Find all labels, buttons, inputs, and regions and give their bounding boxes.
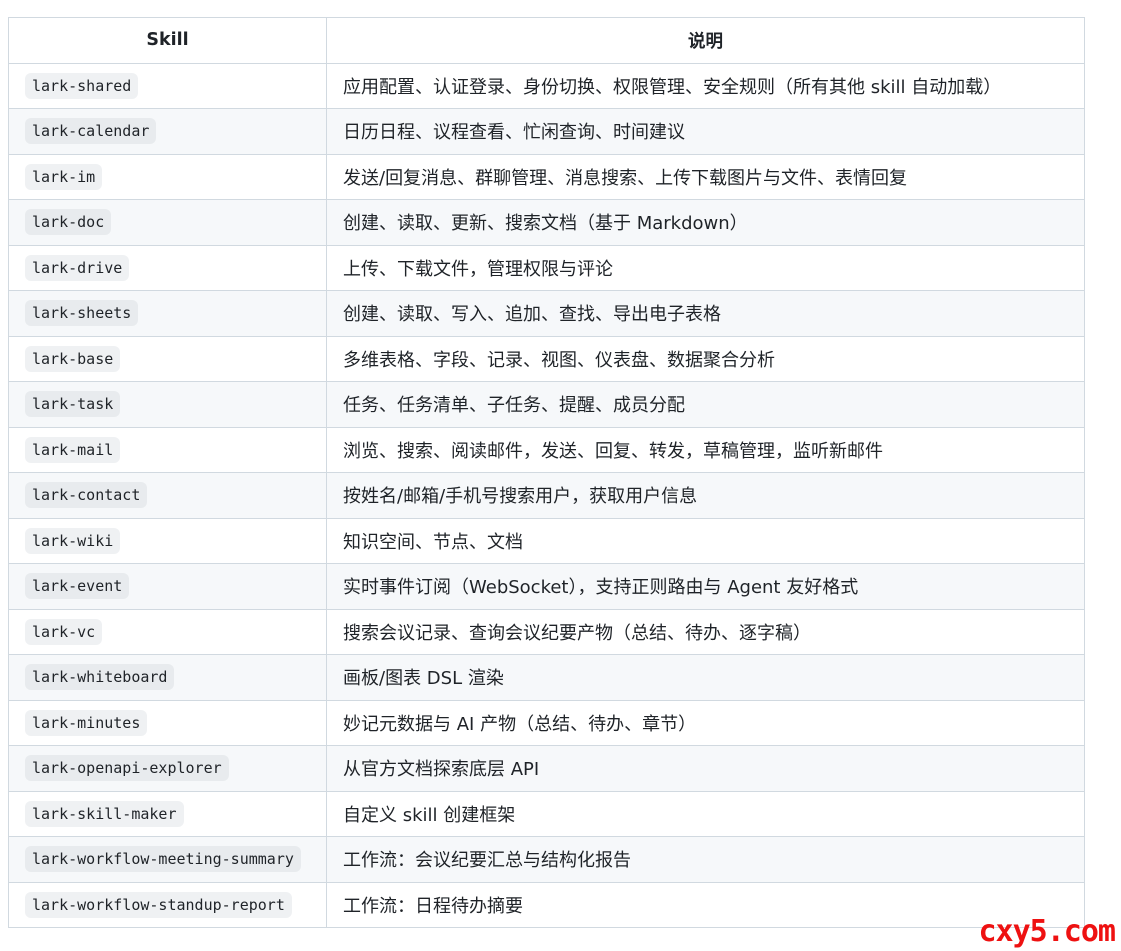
skill-code: lark-skill-maker: [25, 800, 184, 827]
description-cell: 妙记元数据与 AI 产物（总结、待办、章节）: [326, 699, 1085, 746]
table-row: lark-openapi-explorer 从官方文档探索底层 API: [8, 745, 1085, 792]
skill-code: lark-shared: [25, 72, 139, 99]
description-cell: 知识空间、节点、文档: [326, 517, 1085, 564]
skill-cell: lark-workflow-standup-report: [8, 881, 327, 928]
skill-code: lark-event: [25, 573, 130, 600]
skill-code: lark-minutes: [25, 709, 148, 736]
skill-cell: lark-contact: [8, 472, 327, 519]
skill-cell: lark-doc: [8, 199, 327, 246]
description-cell: 工作流：日程待办摘要: [326, 881, 1085, 928]
skill-cell: lark-whiteboard: [8, 654, 327, 701]
skill-code: lark-vc: [25, 618, 103, 645]
table-row: lark-base 多维表格、字段、记录、视图、仪表盘、数据聚合分析: [8, 335, 1085, 382]
skill-cell: lark-base: [8, 335, 327, 382]
site-watermark: cxy5.com: [978, 914, 1116, 949]
skills-table: Skill 说明 lark-shared 应用配置、认证登录、身份切换、权限管理…: [8, 17, 1085, 928]
skill-cell: lark-task: [8, 381, 327, 428]
skill-cell: lark-skill-maker: [8, 790, 327, 837]
table-row: lark-contact 按姓名/邮箱/手机号搜索用户，获取用户信息: [8, 472, 1085, 519]
skill-cell: lark-im: [8, 153, 327, 200]
description-cell: 发送/回复消息、群聊管理、消息搜索、上传下载图片与文件、表情回复: [326, 153, 1085, 200]
skill-code: lark-sheets: [25, 300, 139, 327]
skill-cell: lark-calendar: [8, 108, 327, 155]
table-row: lark-workflow-standup-report 工作流：日程待办摘要: [8, 881, 1085, 928]
skill-cell: lark-openapi-explorer: [8, 745, 327, 792]
table-row: lark-wiki 知识空间、节点、文档: [8, 517, 1085, 564]
skill-code: lark-doc: [25, 209, 112, 236]
description-cell: 浏览、搜索、阅读邮件，发送、回复、转发，草稿管理，监听新邮件: [326, 426, 1085, 473]
table-row: lark-minutes 妙记元数据与 AI 产物（总结、待办、章节）: [8, 699, 1085, 746]
description-cell: 自定义 skill 创建框架: [326, 790, 1085, 837]
description-cell: 按姓名/邮箱/手机号搜索用户，获取用户信息: [326, 472, 1085, 519]
table-row: lark-im 发送/回复消息、群聊管理、消息搜索、上传下载图片与文件、表情回复: [8, 153, 1085, 200]
skill-cell: lark-mail: [8, 426, 327, 473]
table-row: lark-whiteboard 画板/图表 DSL 渲染: [8, 654, 1085, 701]
header-row: Skill 说明: [8, 17, 1085, 64]
skill-code: lark-im: [25, 163, 103, 190]
table-row: lark-mail 浏览、搜索、阅读邮件，发送、回复、转发，草稿管理，监听新邮件: [8, 426, 1085, 473]
table-header: Skill 说明: [8, 17, 1085, 64]
description-cell: 多维表格、字段、记录、视图、仪表盘、数据聚合分析: [326, 335, 1085, 382]
skill-cell: lark-workflow-meeting-summary: [8, 836, 327, 883]
description-cell: 日历日程、议程查看、忙闲查询、时间建议: [326, 108, 1085, 155]
header-description: 说明: [326, 17, 1085, 64]
description-cell: 实时事件订阅（WebSocket），支持正则路由与 Agent 友好格式: [326, 563, 1085, 610]
skill-code: lark-task: [25, 391, 121, 418]
skill-code: lark-drive: [25, 254, 130, 281]
skill-code: lark-workflow-standup-report: [25, 891, 292, 918]
description-cell: 任务、任务清单、子任务、提醒、成员分配: [326, 381, 1085, 428]
table-row: lark-workflow-meeting-summary 工作流：会议纪要汇总…: [8, 836, 1085, 883]
table-row: lark-sheets 创建、读取、写入、追加、查找、导出电子表格: [8, 290, 1085, 337]
skill-cell: lark-vc: [8, 608, 327, 655]
skill-cell: lark-sheets: [8, 290, 327, 337]
table-row: lark-drive 上传、下载文件，管理权限与评论: [8, 244, 1085, 291]
skill-cell: lark-drive: [8, 244, 327, 291]
table-row: lark-skill-maker 自定义 skill 创建框架: [8, 790, 1085, 837]
skill-code: lark-contact: [25, 482, 148, 509]
table-row: lark-vc 搜索会议记录、查询会议纪要产物（总结、待办、逐字稿）: [8, 608, 1085, 655]
description-cell: 应用配置、认证登录、身份切换、权限管理、安全规则（所有其他 skill 自动加载…: [326, 62, 1085, 109]
description-cell: 创建、读取、写入、追加、查找、导出电子表格: [326, 290, 1085, 337]
description-cell: 创建、读取、更新、搜索文档（基于 Markdown）: [326, 199, 1085, 246]
table-body: lark-shared 应用配置、认证登录、身份切换、权限管理、安全规则（所有其…: [8, 62, 1085, 928]
description-cell: 从官方文档探索底层 API: [326, 745, 1085, 792]
table-row: lark-shared 应用配置、认证登录、身份切换、权限管理、安全规则（所有其…: [8, 62, 1085, 109]
skill-code: lark-workflow-meeting-summary: [25, 846, 301, 873]
description-cell: 搜索会议记录、查询会议纪要产物（总结、待办、逐字稿）: [326, 608, 1085, 655]
table-row: lark-event 实时事件订阅（WebSocket），支持正则路由与 Age…: [8, 563, 1085, 610]
skill-code: lark-mail: [25, 436, 121, 463]
skill-cell: lark-event: [8, 563, 327, 610]
skill-code: lark-wiki: [25, 527, 121, 554]
skill-code: lark-base: [25, 345, 121, 372]
description-cell: 画板/图表 DSL 渲染: [326, 654, 1085, 701]
skill-cell: lark-shared: [8, 62, 327, 109]
skill-code: lark-whiteboard: [25, 664, 175, 691]
table-row: lark-doc 创建、读取、更新、搜索文档（基于 Markdown）: [8, 199, 1085, 246]
table-row: lark-task 任务、任务清单、子任务、提醒、成员分配: [8, 381, 1085, 428]
skill-code: lark-openapi-explorer: [25, 755, 229, 782]
header-skill: Skill: [8, 17, 327, 64]
description-cell: 上传、下载文件，管理权限与评论: [326, 244, 1085, 291]
skills-table-container: Skill 说明 lark-shared 应用配置、认证登录、身份切换、权限管理…: [8, 17, 1085, 928]
skill-cell: lark-minutes: [8, 699, 327, 746]
skill-cell: lark-wiki: [8, 517, 327, 564]
description-cell: 工作流：会议纪要汇总与结构化报告: [326, 836, 1085, 883]
skill-code: lark-calendar: [25, 118, 157, 145]
table-row: lark-calendar 日历日程、议程查看、忙闲查询、时间建议: [8, 108, 1085, 155]
